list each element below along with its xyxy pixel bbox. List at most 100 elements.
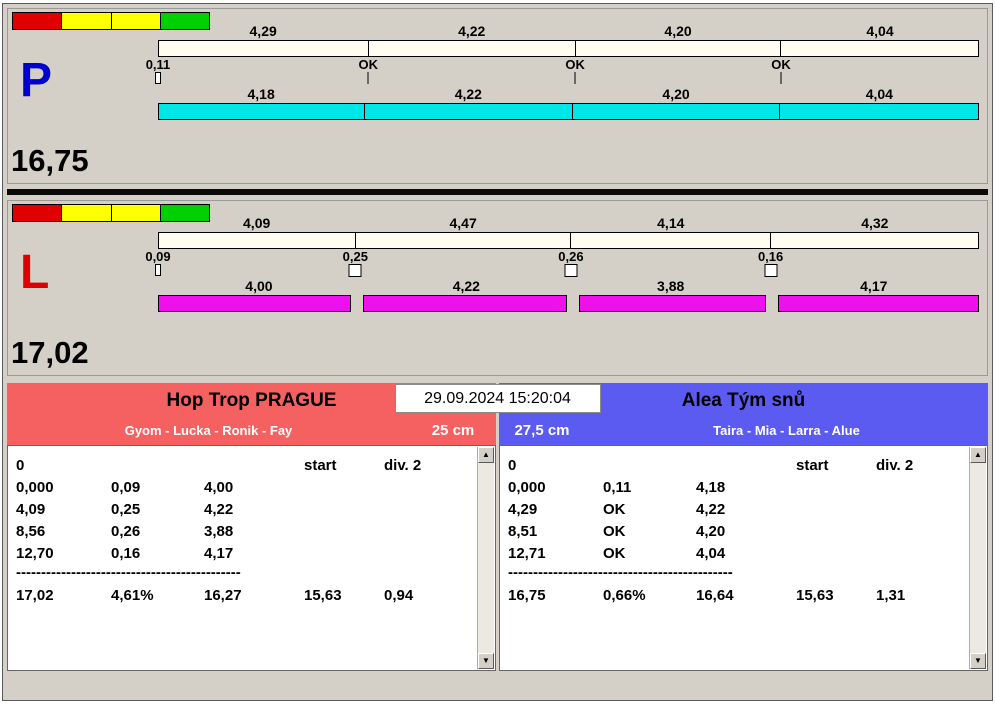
split-label: 4,32	[861, 215, 889, 231]
table-cell: 16,64	[696, 586, 734, 604]
table-cell: 0,000	[16, 478, 54, 496]
table-cell: 4,22	[696, 500, 726, 518]
time-bar-segment	[364, 104, 573, 119]
scrollbar[interactable]: ▲ ▼	[969, 447, 986, 669]
app-window: P 16,75 4,29 4,22 4,20 4,04 0,11 OK OK OK 4,18…	[2, 3, 993, 701]
time-bar-segment	[158, 295, 352, 312]
team-subheader: Gyom - Lucka - Ronik - Fay 25 cm	[7, 416, 496, 445]
marker-box	[764, 264, 778, 277]
indicator-cell	[62, 13, 112, 29]
table-cell: 4,00	[204, 478, 234, 496]
reference-bar-segment	[356, 233, 572, 248]
indicator-cell	[62, 205, 112, 221]
table-cell: 0,26	[111, 522, 141, 540]
split-label: 4,09	[243, 215, 271, 231]
team-results-table: 0 start div. 2 0,000 0,11 4,18 4,29 OK 4,22 8,51 O…	[499, 445, 988, 671]
table-cell: 12,71	[508, 544, 546, 562]
scroll-up-icon[interactable]: ▲	[970, 447, 986, 463]
table-row: 4,29 OK 4,22	[508, 498, 965, 520]
table-cell: 0	[16, 456, 25, 474]
team-members: Gyom - Lucka - Ronik - Fay	[124, 423, 293, 438]
split-label: 4,29	[249, 23, 277, 39]
time-bar-segment	[159, 104, 365, 119]
reference-bar-segment	[781, 41, 978, 56]
table-cell: 15,63	[796, 586, 834, 604]
table-cell: 12,70	[16, 544, 54, 562]
reference-bar-segment	[369, 41, 576, 56]
scroll-down-icon[interactable]: ▼	[478, 653, 494, 669]
table-rows: 0 start div. 2 0,000 0,09 4,00 4,09 0,25 4,22 8,5…	[16, 454, 473, 606]
split-label: 4,17	[860, 278, 888, 294]
scrollbar[interactable]: ▲ ▼	[477, 447, 494, 669]
table-separator: ----------------------------------------…	[508, 564, 733, 581]
split-label: 4,22	[458, 23, 486, 39]
lane-letter: P	[20, 54, 53, 107]
split-label: 3,88	[657, 278, 685, 294]
marker-values: 0,09 0,25 0,26 0,16	[145, 249, 979, 264]
team-handicap: 27,5 cm	[514, 422, 570, 439]
table-cell: 0,11	[603, 478, 632, 496]
lane-letter: L	[20, 246, 50, 299]
table-cell: 4,04	[696, 544, 726, 562]
split-label: 4,20	[664, 23, 692, 39]
time-bar-segment	[777, 295, 979, 312]
table-row: 12,70 0,16 4,17	[16, 542, 473, 564]
table-cell: OK	[603, 500, 626, 518]
split-label: 4,04	[866, 23, 894, 39]
table-cell: start	[304, 456, 337, 474]
indicator-cell	[13, 13, 63, 29]
team-results-table: 0 start div. 2 0,000 0,09 4,00 4,09 0,25 4,22 8,5…	[7, 445, 496, 671]
table-cell: 16,27	[204, 586, 242, 604]
split-label: 4,22	[454, 86, 482, 102]
table-row: 4,09 0,25 4,22	[16, 498, 473, 520]
marker-boxes	[155, 71, 979, 86]
tick-mark	[574, 72, 576, 84]
table-cell: 15,63	[304, 586, 342, 604]
marker-values: 0,11 OK OK OK	[146, 57, 979, 72]
marker-box	[564, 264, 578, 277]
table-rows: 0 start div. 2 0,000 0,11 4,18 4,29 OK 4,22 8,51 O…	[508, 454, 965, 606]
table-row: 8,56 0,26 3,88	[16, 520, 473, 542]
table-cell: 0,16	[111, 544, 141, 562]
team-subheader: Taira - Mia - Larra - Alue 27,5 cm	[499, 416, 988, 445]
marker-box	[155, 264, 161, 276]
indicator-cell	[111, 205, 161, 221]
lane-bars: 4,09 4,47 4,14 4,32 0,09 0,25 0,26 0,16 4,00 4,…	[145, 215, 979, 312]
indicator-cell	[13, 205, 63, 221]
scroll-up-icon[interactable]: ▲	[478, 447, 494, 463]
marker-value: 0,16	[757, 249, 784, 264]
table-row: 12,71 OK 4,04	[508, 542, 965, 564]
marker-box	[348, 264, 362, 277]
split-label: 4,18	[247, 86, 275, 102]
time-bar-segment	[363, 295, 567, 312]
time-bar	[158, 295, 979, 312]
lane-total: 17,02	[11, 335, 89, 370]
table-cell: 4,17	[204, 544, 234, 562]
time-bar	[158, 103, 979, 120]
table-cell: div. 2	[384, 456, 422, 474]
table-cell: 0,25	[111, 500, 141, 518]
table-cell: 4,61%	[111, 586, 154, 604]
time-bar-segment	[578, 295, 766, 312]
table-header-row: 0 start div. 2	[508, 454, 965, 476]
table-cell: 4,09	[16, 500, 46, 518]
table-cell: 1,31	[876, 586, 906, 604]
reference-bar-segment	[771, 233, 978, 248]
scroll-down-icon[interactable]: ▼	[970, 653, 986, 669]
bottom-split-labels: 4,18 4,22 4,20 4,04	[158, 86, 979, 103]
time-bar-segment	[779, 104, 978, 119]
table-cell: start	[796, 456, 829, 474]
tick-mark	[367, 72, 369, 84]
table-separator: ----------------------------------------…	[16, 564, 241, 581]
table-row: 8,51 OK 4,20	[508, 520, 965, 542]
table-cell: 8,56	[16, 522, 46, 540]
table-cell: 0,66%	[603, 586, 646, 604]
indicator-cell	[111, 13, 161, 29]
lane-total: 16,75	[11, 143, 89, 178]
table-cell: 0,09	[111, 478, 141, 496]
marker-value: OK	[771, 57, 791, 72]
marker-value: 0,09	[145, 249, 171, 264]
marker-box	[155, 72, 161, 84]
reference-bar-segment	[571, 233, 771, 248]
reference-bar	[158, 232, 979, 249]
